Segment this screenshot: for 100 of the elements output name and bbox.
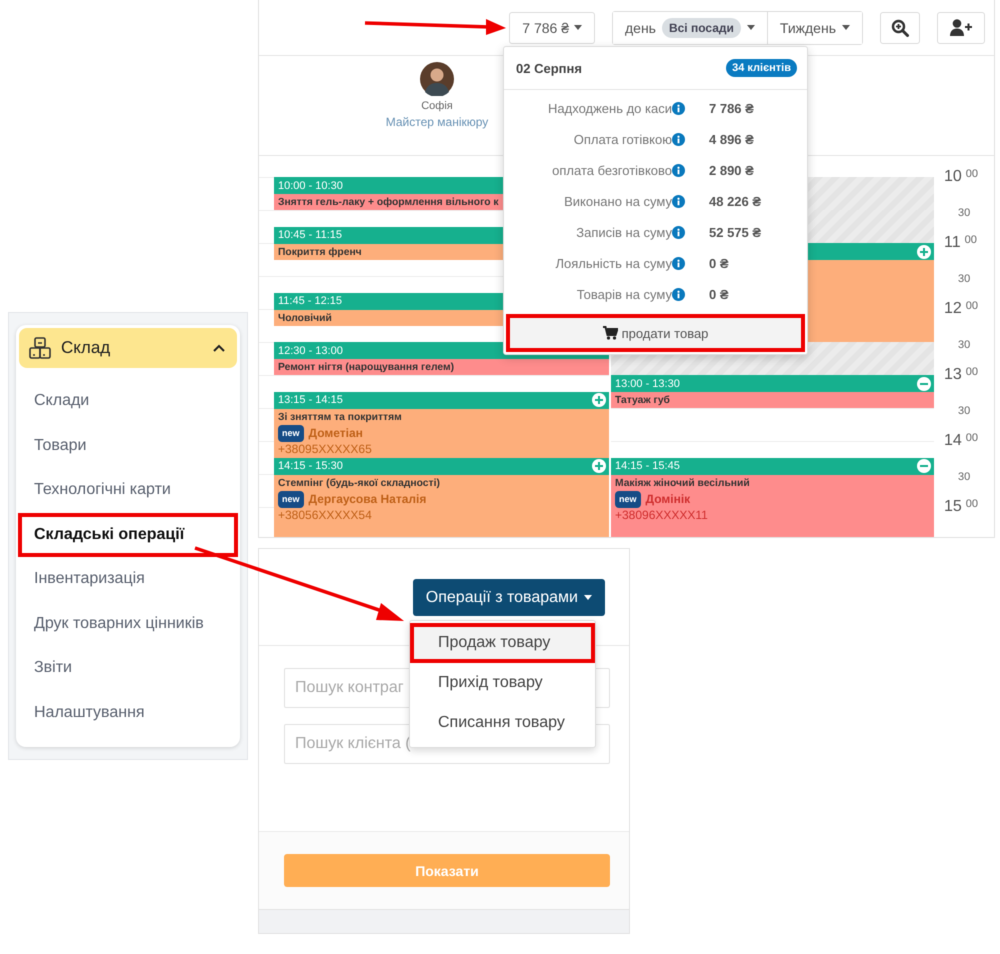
sidebar-item[interactable]: Інвентаризація [18,557,238,602]
minute-label: 30 [958,274,970,285]
minute-label: 00 [966,301,978,312]
plus-icon[interactable] [592,393,606,407]
summary-value: 0 ₴ [708,256,730,271]
sidebar-item[interactable]: Товари [18,424,238,468]
sidebar-item[interactable]: Технологічні карти [18,468,238,512]
caret-icon [842,25,850,30]
sidebar-item[interactable]: Складські операції [18,512,238,557]
info-icon [672,164,685,177]
zoom-button[interactable] [880,12,920,44]
cash-total-button[interactable]: 7 786 ₴ [509,12,595,44]
period-button[interactable]: Тиждень [766,12,862,44]
summary-value: 48 226 ₴ [708,194,762,209]
staff-name: Софія [421,100,453,112]
appointment-time: 14:15 - 15:30 [278,460,343,472]
service-name: Покриття френч [278,246,362,260]
sidebar-item[interactable]: Налаштування [18,690,238,735]
zoom-in-icon [891,18,909,36]
appointment-time: 13:15 - 14:15 [278,394,343,406]
info-icon [672,226,685,239]
info-icon [672,257,685,270]
sell-product-button[interactable]: продати товар [506,314,805,352]
client-phone: +38096XXXXX11 [615,508,709,522]
minute-label: 00 [966,433,978,444]
summary-value: 2 890 ₴ [708,163,755,178]
hour-label: 15 [944,499,962,515]
appointment-time: 14:15 - 15:45 [615,460,680,472]
plus-icon[interactable] [917,244,931,258]
hour-label: 12 [944,301,962,317]
service-name: Татуаж губ [615,394,670,408]
appointment-time: 10:45 - 11:15 [278,229,342,241]
appointment-time: 10:00 - 10:30 [278,180,343,192]
dropdown-item[interactable]: Продаж товару [410,623,595,663]
service-name: Макіяж жіночий весільний [615,476,750,490]
new-badge: new [615,490,641,508]
info-icon [672,102,685,115]
minute-label: 00 [966,367,978,378]
service-name: Чоловічий [278,312,332,326]
info-icon [672,133,685,146]
summary-label: Оплата готівкою [572,132,672,147]
caret-icon [746,25,755,30]
appointment-time: 12:30 - 13:00 [278,344,343,356]
service-name: Зі зняттям та покриттям [278,410,402,424]
avatar [420,62,454,96]
staff-role: Майстер манікюру [386,115,488,129]
service-name: Зняття гель-лаку + оформлення вільного к [278,196,499,210]
minute-label: 30 [958,208,970,219]
client-name: Дергаусова Наталія [308,492,426,506]
appointment-time: 13:00 - 13:30 [615,378,680,390]
cart-icon [602,326,618,340]
summary-value: 52 575 ₴ [708,225,762,240]
summary-label: оплата безготівково [551,163,672,178]
minute-label: 30 [958,472,970,483]
dropdown-item[interactable]: Списання товару [410,703,595,743]
hour-label: 10 [944,169,962,185]
hour-label: 14 [944,433,962,449]
popup-date: 02 Серпня [516,60,582,76]
plus-icon[interactable] [592,459,606,473]
minus-icon[interactable] [917,459,931,473]
boxes-icon [29,337,51,359]
summary-label: Надходжень до каси [547,101,672,116]
add-user-button[interactable] [937,12,985,44]
chevron-up-icon [213,344,225,352]
service-name: Ремонт нігтя (нарощування гелем) [278,361,454,375]
appointment-card[interactable]: 13:00 - 13:30 Татуаж губ [611,375,934,408]
user-plus-icon [950,19,972,36]
hour-label: 13 [944,367,962,383]
summary-value: 7 786 ₴ [708,101,755,116]
minute-label: 30 [958,340,970,351]
caret-icon [574,25,582,30]
appointment-card[interactable]: 13:15 - 14:15 Зі зняттям та покриттям new Дометіан +38095XXXXX65 [274,392,609,458]
hour-label: 11 [944,235,961,251]
minus-icon[interactable] [917,376,931,390]
new-badge: new [278,490,304,508]
appointment-card[interactable]: 14:15 - 15:30 Стемпінг (будь-якої складності) new Дергаусова Наталія +38056XXXXX54 [274,458,609,537]
warehouse-section-header[interactable]: Склад [19,328,237,368]
clients-badge: 34 клієнтів [726,59,797,77]
dropdown-item[interactable]: Прихід товару [410,663,595,703]
info-icon [672,195,685,208]
operations-menu-button[interactable]: Операції з товарами [412,579,605,616]
sidebar-item[interactable]: Склади [18,379,238,424]
client-name: Домінік [646,492,690,506]
client-name: Дометіан [308,426,363,440]
minute-label: 00 [964,235,977,246]
service-name: Стемпінг (будь-якої складності) [278,476,440,490]
client-phone: +38056XXXXX54 [278,508,373,522]
minute-label: 30 [958,406,970,417]
sidebar-item[interactable]: Друк товарних цінників [18,602,238,646]
appointment-time: 11:45 - 12:15 [278,295,342,307]
caret-icon [584,595,592,600]
position-filter: Всі посади [662,18,741,38]
summary-value: 4 896 ₴ [708,132,755,147]
summary-value: 0 ₴ [708,287,730,302]
minute-label: 00 [966,169,978,180]
new-badge: new [278,424,304,442]
minute-label: 00 [966,499,978,510]
sidebar-item[interactable]: Звіти [18,646,238,690]
info-icon [672,288,685,301]
appointment-card[interactable]: 14:15 - 15:45 Макіяж жіночий весільний new Домінік +38096XXXXX11 [611,458,934,537]
